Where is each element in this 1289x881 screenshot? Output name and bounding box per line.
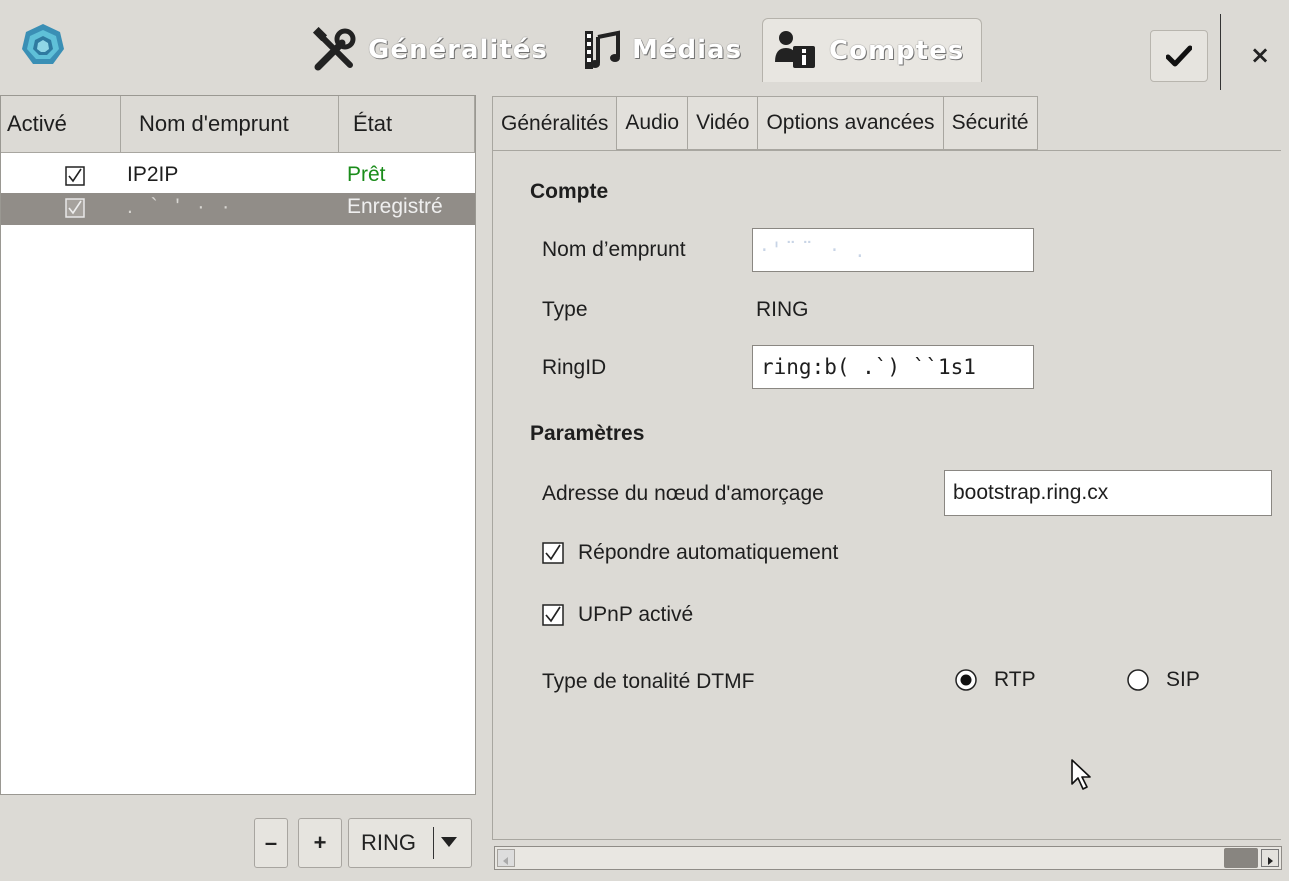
- dtmf-sip-radio[interactable]: [1126, 668, 1150, 692]
- account-list[interactable]: Activé Nom d'emprunt État IP2IP Prêt . `…: [0, 95, 476, 795]
- auto-answer-option[interactable]: Répondre automatiquement: [542, 541, 838, 565]
- apply-button[interactable]: [1150, 30, 1208, 82]
- upnp-label: UPnP activé: [578, 603, 694, 626]
- column-header-state[interactable]: État: [339, 96, 475, 152]
- account-type-select[interactable]: RING: [348, 818, 472, 868]
- account-state: Enregistré: [347, 195, 443, 218]
- toolbar-separator: [1220, 14, 1221, 90]
- dtmf-sip-label: SIP: [1166, 668, 1200, 691]
- scroll-right-arrow-icon[interactable]: [1261, 849, 1279, 867]
- params-section-title: Paramètres: [530, 422, 645, 445]
- tab-settings-video[interactable]: Vidéo: [688, 96, 759, 150]
- dropdown-arrow-icon: [441, 837, 457, 847]
- alias-field[interactable]: ·'¨¨ · .: [752, 228, 1034, 272]
- tab-accounts[interactable]: Comptes: [762, 18, 982, 82]
- horizontal-scrollbar[interactable]: [494, 846, 1282, 870]
- film-music-icon: [585, 30, 620, 69]
- dtmf-sip-option[interactable]: SIP: [1126, 668, 1200, 692]
- tab-settings-security[interactable]: Sécurité: [943, 96, 1038, 150]
- tab-general-label: Généralités: [368, 35, 548, 65]
- account-list-header: Activé Nom d'emprunt État: [1, 96, 475, 153]
- tab-settings-general[interactable]: Généralités: [492, 96, 618, 150]
- upnp-option[interactable]: UPnP activé: [542, 603, 693, 627]
- dtmf-label: Type de tonalité DTMF: [542, 670, 755, 693]
- user-info-icon: [775, 30, 815, 68]
- main-toolbar: Généralités Médias Comptes ×: [0, 0, 1289, 92]
- account-section-title: Compte: [530, 180, 609, 203]
- ring-logo-icon: [20, 22, 66, 68]
- account-row-selected[interactable]: . ` ' · · Enregistré: [1, 193, 475, 225]
- mouse-pointer-icon: [1071, 759, 1091, 790]
- auto-answer-label: Répondre automatiquement: [578, 541, 839, 564]
- dtmf-rtp-option[interactable]: RTP: [954, 668, 1036, 692]
- checkmark-icon: [1166, 45, 1192, 67]
- auto-answer-checkbox[interactable]: [542, 542, 564, 564]
- tab-media[interactable]: Médias: [582, 18, 742, 82]
- bootstrap-label: Adresse du nœud d'amorçage: [542, 482, 824, 505]
- select-separator: [433, 827, 434, 859]
- column-header-alias[interactable]: Nom d'emprunt: [121, 96, 339, 152]
- dtmf-rtp-label: RTP: [994, 668, 1036, 691]
- upnp-checkbox[interactable]: [542, 604, 564, 626]
- account-row[interactable]: IP2IP Prêt: [1, 161, 475, 193]
- remove-account-button[interactable]: –: [254, 818, 288, 868]
- account-alias: . ` ' · ·: [127, 195, 236, 218]
- account-enabled-checkbox[interactable]: [65, 166, 85, 192]
- tab-accounts-label: Comptes: [829, 35, 965, 66]
- settings-tabs: Généralités Audio Vidéo Options avancées…: [492, 96, 1038, 150]
- type-value: RING: [756, 298, 809, 321]
- ringid-field[interactable]: ring:b( .`) ``1s1: [752, 345, 1034, 389]
- scrollbar-thumb[interactable]: [1224, 848, 1258, 868]
- account-state: Prêt: [347, 163, 386, 186]
- bootstrap-field[interactable]: bootstrap.ring.cx: [944, 470, 1272, 516]
- close-button[interactable]: ×: [1240, 30, 1280, 80]
- column-header-active[interactable]: Activé: [1, 96, 121, 152]
- tab-general[interactable]: Généralités: [312, 18, 548, 82]
- tab-media-label: Médias: [632, 35, 743, 65]
- add-account-button[interactable]: +: [298, 818, 342, 868]
- tools-icon: [312, 27, 356, 71]
- tab-settings-advanced[interactable]: Options avancées: [758, 96, 944, 150]
- scroll-left-arrow-icon[interactable]: [497, 849, 515, 867]
- ringid-label: RingID: [542, 356, 607, 379]
- tab-settings-audio[interactable]: Audio: [617, 96, 689, 150]
- account-enabled-checkbox[interactable]: [65, 198, 85, 224]
- account-alias: IP2IP: [127, 163, 179, 186]
- alias-label: Nom d’emprunt: [542, 238, 686, 261]
- dtmf-rtp-radio[interactable]: [954, 668, 978, 692]
- type-label: Type: [542, 298, 588, 321]
- account-type-value: RING: [361, 830, 416, 855]
